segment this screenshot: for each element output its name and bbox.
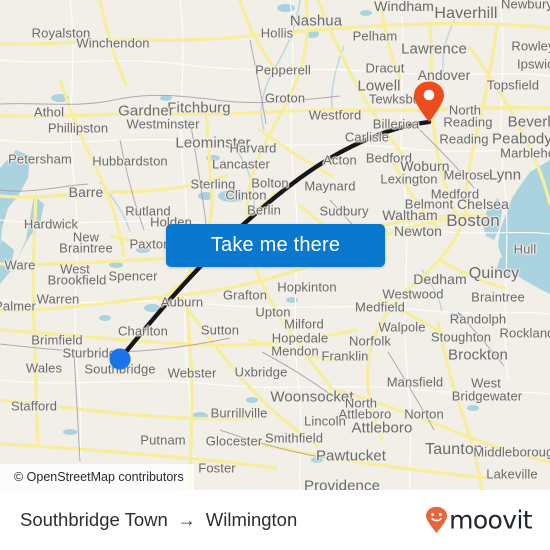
moovit-pin-icon xyxy=(426,506,448,533)
route-origin-label: Southbridge Town xyxy=(20,509,168,530)
moovit-wordmark: moovit xyxy=(449,505,532,535)
origin-marker-dot[interactable] xyxy=(109,348,131,370)
map-canvas[interactable]: Nashua Windham Hollis Pelham Haverhill Newbur… xyxy=(0,0,550,490)
route-title: Southbridge Town → Wilmington xyxy=(20,509,297,531)
arrow-right-icon: → xyxy=(177,510,196,530)
destination-marker-pin[interactable] xyxy=(413,81,445,128)
osm-attribution[interactable]: © OpenStreetMap contributors xyxy=(0,464,194,490)
map-pin-icon xyxy=(414,81,444,122)
take-me-there-button[interactable]: Take me there xyxy=(166,224,385,267)
moovit-logo[interactable]: moovit xyxy=(425,505,533,535)
moovit-route-screen: Nashua Windham Hollis Pelham Haverhill Newbur… xyxy=(0,0,550,550)
footer-bar: Southbridge Town → Wilmington moovit xyxy=(0,490,550,550)
route-destination-label: Wilmington xyxy=(205,509,298,530)
